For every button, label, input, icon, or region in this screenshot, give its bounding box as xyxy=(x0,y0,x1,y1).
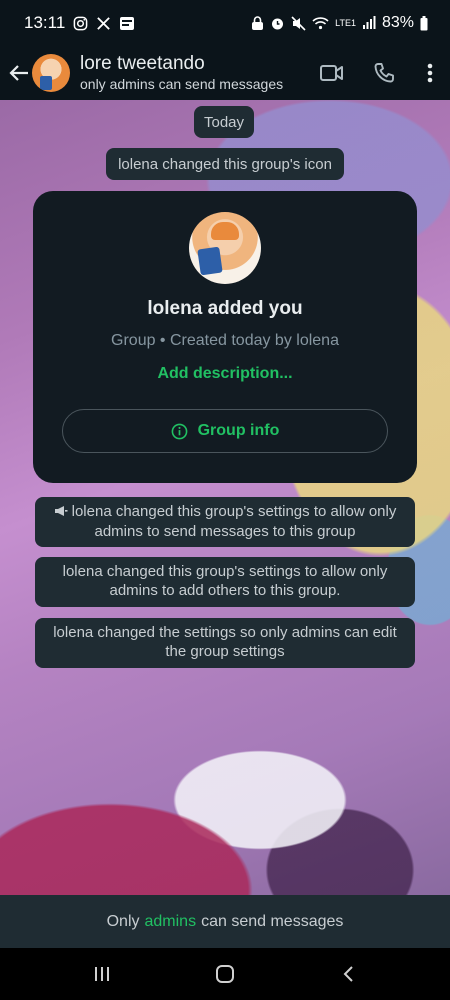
card-title: lolena added you xyxy=(147,298,303,319)
chevron-left-icon xyxy=(343,966,354,982)
group-subtitle: only admins can send messages xyxy=(80,76,284,92)
arrow-left-icon xyxy=(9,65,28,81)
group-info-label: Group info xyxy=(197,422,280,439)
chat-header: lore tweetando only admins can send mess… xyxy=(0,46,450,100)
system-navigation-bar xyxy=(0,948,450,1000)
admins-link[interactable]: admins xyxy=(145,913,197,931)
megaphone-icon xyxy=(54,503,68,522)
group-card-avatar[interactable] xyxy=(189,212,261,284)
back-button[interactable] xyxy=(8,58,30,88)
kebab-menu-icon xyxy=(427,63,433,83)
add-description-link[interactable]: Add description... xyxy=(157,365,292,383)
wifi-icon xyxy=(312,16,329,30)
system-message: lolena changed this group's settings to … xyxy=(35,557,415,607)
system-message-text: lolena changed this group's settings to … xyxy=(62,563,388,599)
x-icon xyxy=(96,16,111,31)
footer-suffix: can send messages xyxy=(201,912,344,930)
video-camera-icon xyxy=(320,65,343,81)
video-call-button[interactable] xyxy=(306,53,358,93)
system-message-icon-changed: lolena changed this group's icon xyxy=(106,148,344,180)
status-time: 13:11 xyxy=(24,13,66,32)
info-icon xyxy=(171,423,187,439)
lock-icon xyxy=(251,15,264,31)
network-label: LTE1 xyxy=(335,18,356,28)
back-nav-button[interactable] xyxy=(318,954,378,994)
battery-icon xyxy=(420,15,428,31)
group-name: lore tweetando xyxy=(80,53,205,74)
voice-call-button[interactable] xyxy=(358,53,410,93)
system-message: lolena changed this group's settings to … xyxy=(35,497,415,547)
system-message-text: lolena changed this group's settings to … xyxy=(71,503,397,540)
home-icon xyxy=(215,965,234,983)
phone-icon xyxy=(374,63,394,83)
group-intro-card: lolena added you Group • Created today b… xyxy=(33,191,417,483)
system-message-text: lolena changed the settings so only admi… xyxy=(53,624,397,660)
notification-icon xyxy=(119,16,135,31)
group-avatar[interactable] xyxy=(32,54,70,92)
system-message: lolena changed the settings so only admi… xyxy=(35,618,415,668)
status-bar: 13:11 LTE1 83% xyxy=(0,0,450,46)
recents-icon xyxy=(94,967,109,981)
mute-icon xyxy=(291,15,306,31)
instagram-icon xyxy=(73,16,88,31)
home-button[interactable] xyxy=(195,954,255,994)
header-info[interactable]: lore tweetando only admins can send mess… xyxy=(80,53,283,93)
only-admins-banner: Only admins can send messages xyxy=(0,895,450,948)
group-info-button[interactable]: Group info xyxy=(62,409,388,453)
footer-prefix: Only xyxy=(106,912,140,930)
recent-apps-button[interactable] xyxy=(72,954,132,994)
battery-percent: 83% xyxy=(381,14,414,31)
signal-icon xyxy=(362,16,376,30)
card-subtitle: Group • Created today by lolena xyxy=(111,332,339,349)
more-options-button[interactable] xyxy=(410,53,450,93)
chat-area[interactable]: Today lolena changed this group's icon l… xyxy=(0,100,450,895)
alarm-icon xyxy=(270,16,285,31)
date-divider: Today xyxy=(194,106,254,138)
